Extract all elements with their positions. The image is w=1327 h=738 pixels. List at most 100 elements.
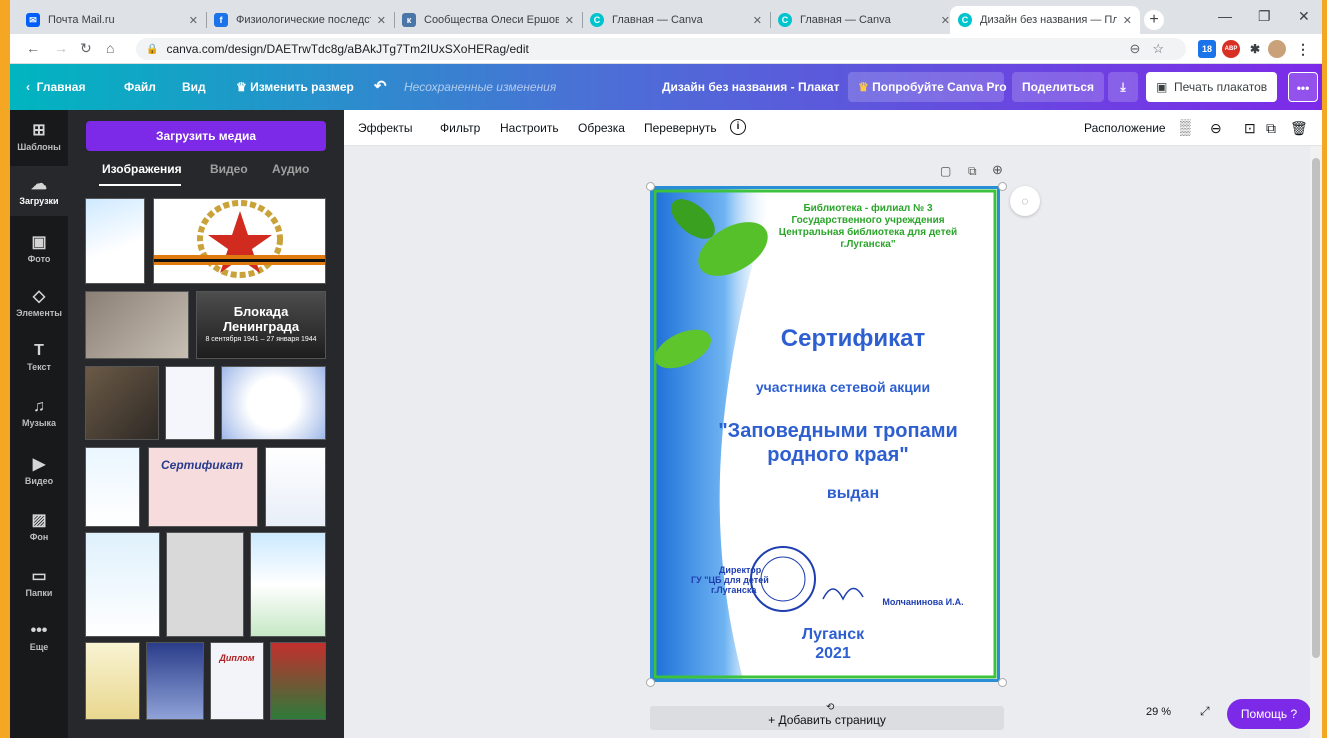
reload-icon[interactable]: ↻: [80, 40, 92, 57]
image-thumbnail[interactable]: Диплом: [210, 642, 264, 720]
close-icon[interactable]: ✕: [753, 14, 762, 27]
image-thumbnail[interactable]: [165, 366, 215, 440]
lock-icon: 🔒: [146, 43, 159, 55]
transparency-icon[interactable]: ▒: [1180, 110, 1191, 146]
note-icon[interactable]: ▢: [940, 164, 951, 178]
view-menu[interactable]: Вид: [182, 64, 206, 110]
crop-button[interactable]: Обрезка: [578, 110, 625, 146]
filter-button[interactable]: Фильтр: [440, 110, 480, 146]
rail-folders[interactable]: ▭ Папки: [10, 566, 68, 598]
close-icon[interactable]: ✕: [1123, 14, 1132, 27]
image-thumbnail[interactable]: [85, 198, 145, 284]
tab-audio[interactable]: Аудио: [272, 162, 309, 176]
rail-more[interactable]: ••• Еще: [10, 622, 68, 652]
download-icon[interactable]: ⤓: [1108, 72, 1138, 102]
image-thumbnail[interactable]: [85, 447, 140, 527]
print-posters-button[interactable]: ▣ Печать плакатов: [1146, 72, 1278, 102]
undo-icon[interactable]: ↶: [374, 64, 387, 110]
image-thumbnail[interactable]: [265, 447, 326, 527]
minimize-icon[interactable]: —: [1218, 8, 1232, 24]
resize-handle[interactable]: [646, 678, 655, 687]
home-link[interactable]: ‹ Главная: [26, 64, 85, 110]
lock-icon[interactable]: ⊡: [1244, 110, 1256, 146]
forward-icon[interactable]: →: [54, 40, 68, 56]
share-button[interactable]: Поделиться: [1012, 72, 1105, 102]
image-thumbnail[interactable]: [85, 291, 189, 359]
adjust-button[interactable]: Настроить: [500, 110, 559, 146]
close-window-icon[interactable]: ✕: [1298, 8, 1310, 25]
tab-canva-home-2[interactable]: C Главная — Canva ✕: [770, 6, 958, 34]
image-thumbnail[interactable]: Блокада Ленинграда 8 сентября 1941 – 27 …: [196, 291, 326, 359]
resize-button[interactable]: ♛ Изменить размер: [236, 64, 354, 110]
image-thumbnail[interactable]: [85, 642, 140, 720]
rail-uploads[interactable]: ☁ Загрузки: [10, 166, 68, 216]
image-thumbnail[interactable]: Сертификат: [148, 447, 258, 527]
tab-images[interactable]: Изображения: [102, 162, 182, 176]
crown-icon: ♛: [236, 80, 247, 94]
adblock-icon[interactable]: ABP: [1222, 40, 1240, 58]
resize-handle[interactable]: [998, 678, 1007, 687]
url-field[interactable]: 🔒 canva.com/design/DAETrwTdc8g/aBAkJTg7T…: [136, 38, 1186, 60]
rail-text[interactable]: T Текст: [10, 342, 68, 372]
close-icon[interactable]: ✕: [377, 14, 386, 27]
info-icon[interactable]: i: [730, 119, 746, 135]
extension-badge-icon[interactable]: 18: [1198, 40, 1216, 58]
rail-elements[interactable]: ◇ Элементы: [10, 286, 68, 318]
copy-page-icon[interactable]: ⧉: [968, 164, 977, 179]
rail-music[interactable]: ♫ Музыка: [10, 398, 68, 428]
comment-icon[interactable]: ◌: [1010, 186, 1040, 216]
image-thumbnail[interactable]: [270, 642, 326, 720]
image-thumbnail[interactable]: [166, 532, 244, 637]
tab-video[interactable]: Видео: [210, 162, 248, 176]
rotate-icon[interactable]: ⟲: [826, 702, 834, 713]
rail-video[interactable]: ▶ Видео: [10, 454, 68, 486]
trash-icon[interactable]: 🗑: [1290, 110, 1308, 146]
image-thumbnail[interactable]: [85, 532, 160, 637]
menu-icon[interactable]: ⋮: [1294, 40, 1312, 58]
image-thumbnail[interactable]: [250, 532, 326, 637]
url-text: canva.com/design/DAETrwTdc8g/aBAkJTg7Tm2…: [166, 42, 529, 56]
flip-button[interactable]: Перевернуть: [644, 110, 717, 146]
avatar[interactable]: [1268, 40, 1286, 58]
rail-background[interactable]: ▨ Фон: [10, 510, 68, 542]
link-icon[interactable]: ⊖: [1210, 110, 1222, 146]
new-tab-button[interactable]: +: [1144, 10, 1164, 30]
upload-media-button[interactable]: Загрузить медиа: [86, 121, 326, 151]
rail-templates[interactable]: ⊞ Шаблоны: [10, 120, 68, 152]
close-icon[interactable]: ✕: [565, 14, 574, 27]
close-icon[interactable]: ✕: [189, 14, 198, 27]
puzzle-icon[interactable]: ✱: [1246, 40, 1264, 58]
close-icon[interactable]: ✕: [941, 14, 950, 27]
resize-handle[interactable]: [646, 182, 655, 191]
back-icon[interactable]: ←: [26, 40, 40, 56]
tab-canva-design[interactable]: C Дизайн без названия — Пл ✕: [950, 6, 1140, 34]
tab-mail[interactable]: ✉ Почта Mail.ru ✕: [18, 6, 206, 34]
vertical-scrollbar[interactable]: [1310, 146, 1322, 738]
try-pro-button[interactable]: ♛ Попробуйте Canva Pro: [848, 72, 1007, 102]
file-menu[interactable]: Файл: [124, 64, 156, 110]
more-options-button[interactable]: •••: [1288, 72, 1318, 102]
image-thumbnail[interactable]: [221, 366, 326, 440]
active-tab-underline: [99, 184, 181, 186]
resize-handle[interactable]: [998, 182, 1007, 191]
design-title[interactable]: Дизайн без названия - Плакат: [662, 64, 839, 110]
image-thumbnail[interactable]: [153, 198, 326, 284]
rail-photo[interactable]: ▣ Фото: [10, 232, 68, 264]
canvas-area: ▢ ⧉ ⊕ ◌ Библиотека - филиал № 3 Государс…: [344, 146, 1311, 738]
tab-canva-home-1[interactable]: C Главная — Canva ✕: [582, 6, 770, 34]
help-button[interactable]: Помощь ?: [1227, 699, 1311, 729]
fullscreen-icon[interactable]: ⤢: [1200, 704, 1210, 719]
zoom-bookmark-icons[interactable]: ⊖☆: [1129, 41, 1176, 57]
effects-button[interactable]: Эффекты: [358, 110, 413, 146]
tab-physiology[interactable]: f Физиологические последст ✕: [206, 6, 394, 34]
image-thumbnail[interactable]: [146, 642, 204, 720]
tab-vk[interactable]: к Сообщества Олеси Ершово ✕: [394, 6, 582, 34]
position-button[interactable]: Расположение: [1084, 110, 1166, 146]
zoom-level[interactable]: 29 %: [1146, 706, 1171, 718]
certificate-page[interactable]: Библиотека - филиал № 3 Государственного…: [650, 186, 1000, 682]
duplicate-icon[interactable]: ⧉: [1266, 110, 1276, 146]
image-thumbnail[interactable]: [85, 366, 159, 440]
home-icon[interactable]: ⌂: [106, 40, 114, 56]
add-page-icon[interactable]: ⊕: [992, 162, 1003, 178]
restore-icon[interactable]: ❐: [1258, 8, 1271, 25]
